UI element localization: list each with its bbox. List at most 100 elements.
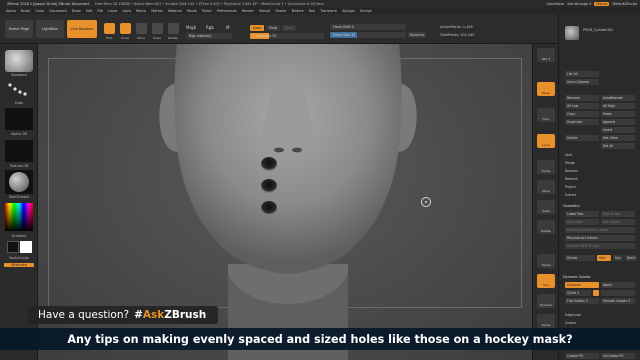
autoreorder-button[interactable]: AutoReorder [601, 95, 635, 101]
menu-stencil[interactable]: Stencil [259, 9, 270, 13]
dynamic-subdiv-header[interactable]: Dynamic Subdiv [563, 275, 591, 279]
spix-button[interactable]: SPix 3 [537, 48, 555, 62]
dynamic-solo-button[interactable]: Dynamic [537, 294, 555, 308]
suv-toggle[interactable]: Suv [613, 255, 623, 261]
menu-picker[interactable]: Picker [202, 9, 212, 13]
del-other-button[interactable]: Del Other [601, 135, 635, 141]
solo-button[interactable]: Solo [537, 274, 555, 288]
draw-mode-button[interactable]: Draw [118, 18, 132, 40]
all-low-button[interactable]: All Low [565, 103, 599, 109]
divide-button[interactable]: Divide [565, 255, 595, 261]
menu-color[interactable]: Color [35, 9, 44, 13]
menu-alpha[interactable]: Alpha [6, 9, 16, 13]
material-thumbnail[interactable] [5, 170, 33, 194]
merge-menu[interactable]: Merge [565, 160, 575, 165]
menu-light[interactable]: Light [122, 9, 130, 13]
boolean-menu[interactable]: Boolean [565, 168, 578, 173]
menu-zplugin[interactable]: Zplugin [342, 9, 355, 13]
main-color-swatch[interactable] [7, 241, 19, 253]
geometry-header[interactable]: Geometry [563, 204, 580, 208]
z-intensity-slider[interactable]: Z Intensity 25 [250, 33, 324, 39]
crease-pg-button[interactable]: Crease PG [565, 353, 599, 359]
insert-button[interactable]: Insert [601, 127, 635, 133]
stroke-thumbnail[interactable] [6, 80, 32, 100]
scale-mode-button[interactable]: Scale [150, 18, 164, 40]
paste-button[interactable]: Paste [601, 111, 635, 117]
edgeloop-menu[interactable]: EdgeLoop [565, 312, 581, 317]
duplicate-button[interactable]: Duplicate [565, 119, 599, 125]
color-picker[interactable] [5, 203, 33, 231]
rotate-view-button[interactable]: Rotate [537, 220, 555, 234]
menu-tool[interactable]: Tool [309, 9, 316, 13]
smt-toggle[interactable]: Smt [597, 255, 611, 261]
reuv-toggle[interactable]: ReUV [625, 255, 637, 261]
flat-subdiv-slider[interactable]: Flat Subdiv 0 [565, 298, 599, 304]
zcut-button[interactable]: Zcut [282, 25, 296, 31]
local-button[interactable]: Local [537, 134, 555, 148]
menu-draw[interactable]: Draw [72, 9, 81, 13]
menu-material[interactable]: Material [168, 9, 182, 13]
delete-button[interactable]: Delete [565, 135, 599, 141]
remesh-menu[interactable]: Remesh [565, 176, 578, 181]
alternate-button[interactable]: Alternate [4, 263, 34, 267]
reconstruct-subdiv-button[interactable]: Reconstruct Subdiv [565, 235, 635, 241]
convert-bpr-button[interactable]: Convert BPR To Geo [565, 243, 635, 249]
menu-stroke[interactable]: Stroke [275, 9, 286, 13]
move-view-button[interactable]: Move [537, 180, 555, 194]
switch-color-label[interactable]: SwitchColor [0, 256, 38, 260]
crease-menu[interactable]: Crease [565, 320, 576, 325]
alpha-thumbnail[interactable] [5, 108, 33, 130]
brush-thumbnail[interactable] [5, 50, 33, 72]
menu-brush[interactable]: Brush [21, 9, 31, 13]
move-mode-button[interactable]: Move [134, 18, 148, 40]
edit-mode-button[interactable]: Edit [102, 18, 116, 40]
menu-texture[interactable]: Texture [291, 9, 303, 13]
see-through-slider[interactable]: See-through 0 [567, 2, 591, 6]
default-zscript-button[interactable]: DefaultZScript [612, 2, 637, 6]
rgb-intensity-slider[interactable]: Rgb Intensity [186, 33, 232, 39]
rename-button[interactable]: Rename [565, 95, 599, 101]
menu-file[interactable]: File [97, 9, 103, 13]
menus-button[interactable]: Menus [594, 1, 610, 6]
home-page-button[interactable]: Home Page [5, 20, 33, 38]
zsub-button[interactable]: Zsub [266, 25, 280, 31]
smooth-subdiv-slider[interactable]: Smooth Subdiv 0 [601, 298, 635, 304]
rotate-mode-button[interactable]: Rotate [166, 18, 180, 40]
copy-button[interactable]: Copy [565, 111, 599, 117]
project-menu[interactable]: Project [565, 184, 576, 189]
all-high-button[interactable]: All High [601, 103, 635, 109]
lower-res-button[interactable]: Lower Res [565, 211, 599, 217]
draw-size-slider[interactable]: Draw Size 33 [330, 32, 406, 38]
menu-zscript[interactable]: Zscript [360, 9, 372, 13]
rgb-button[interactable]: Rgb [206, 25, 214, 30]
menu-preferences[interactable]: Preferences [217, 9, 237, 13]
dynamic-subdiv-button[interactable]: Dynamic [565, 282, 599, 288]
list-all-button[interactable]: List All [565, 71, 599, 77]
zadd-button[interactable]: Zadd [250, 25, 264, 31]
secondary-color-swatch[interactable] [20, 241, 32, 253]
focal-shift-slider[interactable]: Focal Shift 0 [330, 24, 406, 30]
frame-button[interactable]: Frame [537, 160, 555, 174]
del-lower-button[interactable]: Del Lower [565, 219, 599, 225]
texture-thumbnail[interactable] [5, 140, 33, 162]
live-boolean-button[interactable]: Live Boolean [67, 20, 97, 38]
menu-layer[interactable]: Layer [108, 9, 117, 13]
apply-button[interactable]: Apply [601, 282, 635, 288]
freeze-subdiv-button[interactable]: Freeze SubDivision Levels [565, 227, 635, 233]
quicksave-button[interactable]: QuickSave [546, 2, 564, 6]
bevel-slider[interactable] [601, 290, 635, 296]
dynamic-size-button[interactable]: Dynamic [408, 32, 426, 38]
persp-button[interactable]: Persp [537, 82, 555, 96]
higher-res-button[interactable]: Higher Res [601, 211, 635, 217]
extract-menu[interactable]: Extract [565, 192, 576, 197]
del-all-button[interactable]: Del All [601, 143, 635, 149]
menu-document[interactable]: Document [49, 9, 67, 13]
xpose-button[interactable]: Xpose [537, 314, 555, 328]
m-button[interactable]: M [226, 25, 229, 30]
append-button[interactable]: Append [601, 119, 635, 125]
auto-collapse-button[interactable]: Auto Collapse [565, 79, 599, 85]
menu-transform[interactable]: Transform [320, 9, 337, 13]
tool-thumbnail[interactable] [565, 26, 579, 40]
qgrid-slider[interactable]: QGrid 2 [565, 290, 591, 296]
menu-marker[interactable]: Marker [151, 9, 163, 13]
